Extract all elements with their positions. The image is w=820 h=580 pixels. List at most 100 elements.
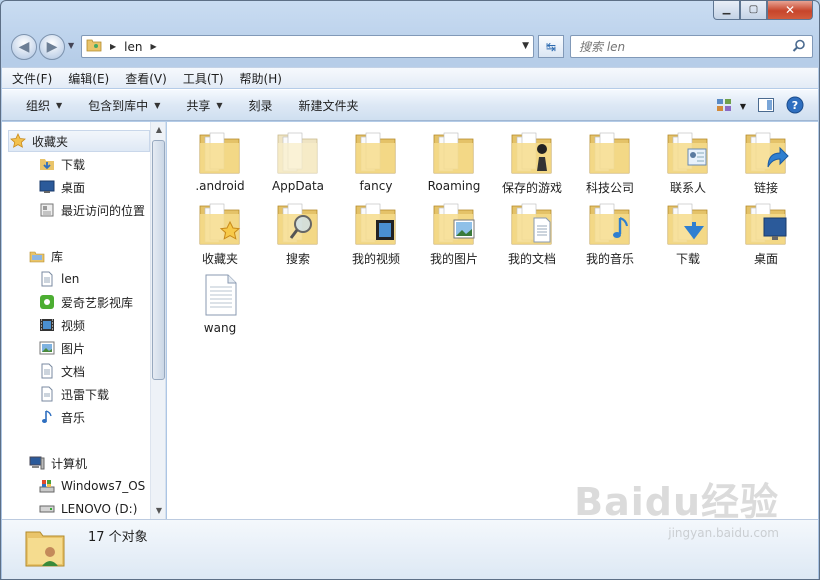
- folder-item[interactable]: 我的文档: [493, 198, 571, 268]
- item-label: 下载: [675, 252, 700, 266]
- user-folder-large-icon: [24, 524, 66, 571]
- share-button[interactable]: 共享 ▼: [186, 97, 222, 114]
- scroll-thumb[interactable]: [152, 140, 165, 380]
- nav-library-music[interactable]: 音乐: [38, 406, 85, 428]
- folder-search-icon: [270, 198, 326, 248]
- folder-item[interactable]: 收藏夹: [181, 198, 259, 268]
- nav-recent-places[interactable]: 最近访问的位置: [38, 199, 145, 221]
- view-controls: ▼ ?: [704, 96, 804, 117]
- folder-item[interactable]: Roaming: [415, 127, 493, 197]
- breadcrumb-len[interactable]: len: [124, 40, 142, 54]
- address-bar[interactable]: ▶ len ▶ ▼: [81, 35, 534, 58]
- nav-computer-label: 计算机: [51, 456, 88, 471]
- maximize-button[interactable]: ▢: [740, 1, 767, 20]
- burn-label: 刻录: [248, 98, 273, 113]
- folder-item[interactable]: 搜索: [259, 198, 337, 268]
- recent-pages-dropdown[interactable]: ▼: [68, 41, 74, 50]
- search-input[interactable]: [579, 39, 784, 54]
- close-button[interactable]: ✕: [767, 1, 813, 20]
- nav-drive-c[interactable]: Windows7_OS (: [38, 475, 154, 497]
- nav-drive-d[interactable]: LENOVO (D:): [38, 498, 137, 519]
- folder-item[interactable]: 我的图片: [415, 198, 493, 268]
- scroll-down-icon[interactable]: ▼: [151, 503, 165, 519]
- nav-library-pictures[interactable]: 图片: [38, 337, 85, 359]
- nav-drive-c-label: Windows7_OS (: [61, 479, 154, 493]
- file-item[interactable]: wang: [181, 269, 259, 339]
- view-dropdown-icon[interactable]: ▼: [740, 102, 746, 111]
- folder-docs-icon: [504, 198, 560, 248]
- folder-item[interactable]: 联系人: [649, 127, 727, 197]
- scroll-up-icon[interactable]: ▲: [151, 122, 165, 138]
- item-label: .android: [195, 179, 245, 193]
- folder-item[interactable]: 我的视频: [337, 198, 415, 268]
- help-button[interactable]: ?: [786, 96, 804, 117]
- folder-item[interactable]: 保存的游戏: [493, 127, 571, 197]
- menu-view[interactable]: 查看(V): [125, 70, 167, 87]
- command-bar: 组织 ▼ 包含到库中 ▼ 共享 ▼ 刻录 新建文件夹 ▼ ?: [2, 89, 818, 121]
- item-label: Roaming: [427, 179, 481, 193]
- address-dropdown-icon[interactable]: ▼: [522, 41, 529, 51]
- nav-downloads[interactable]: 下载: [38, 153, 85, 175]
- navigation-pane: 收藏夹 下载 桌面 最近访问的位置 库 len 爱奇艺影视库 视频 图片 文档 …: [2, 122, 166, 519]
- drive-icon: [38, 501, 56, 517]
- nav-library-thunder[interactable]: 迅雷下载: [38, 383, 109, 405]
- video-icon: [38, 317, 56, 333]
- back-button[interactable]: ◀: [11, 34, 37, 60]
- nav-libraries[interactable]: 库: [28, 245, 63, 267]
- desktop-icon: [38, 179, 56, 195]
- organize-button[interactable]: 组织 ▼: [26, 97, 62, 114]
- folder-item[interactable]: 科技公司: [571, 127, 649, 197]
- item-label: 科技公司: [585, 181, 634, 195]
- menu-help[interactable]: 帮助(H): [240, 70, 282, 87]
- folder-music-icon: [582, 198, 638, 248]
- burn-button[interactable]: 刻录: [249, 97, 273, 114]
- nav-favorites[interactable]: 收藏夹: [8, 130, 150, 152]
- minimize-button[interactable]: ▁: [713, 1, 740, 20]
- folder-item[interactable]: 链接: [727, 127, 805, 197]
- thunder-download-icon: [38, 386, 56, 402]
- menu-tools[interactable]: 工具(T): [183, 70, 224, 87]
- breadcrumb-separator-icon[interactable]: ▶: [150, 42, 156, 51]
- organize-label: 组织: [26, 98, 51, 113]
- folder-item[interactable]: .android: [181, 127, 259, 197]
- music-icon: [38, 409, 56, 425]
- preview-pane-icon: [758, 98, 774, 115]
- nav-library-len[interactable]: len: [38, 268, 79, 290]
- nav-library-thunder-label: 迅雷下载: [61, 387, 110, 402]
- folder-item[interactable]: 我的音乐: [571, 198, 649, 268]
- item-label: 我的图片: [429, 252, 478, 266]
- folder-item[interactable]: AppData: [259, 127, 337, 197]
- new-folder-button[interactable]: 新建文件夹: [299, 97, 359, 114]
- search-box[interactable]: [570, 35, 813, 58]
- nav-library-documents-label: 文档: [61, 364, 86, 379]
- refresh-button[interactable]: ↹: [538, 35, 564, 58]
- nav-library-videos[interactable]: 视频: [38, 314, 85, 336]
- nav-computer[interactable]: 计算机: [28, 452, 87, 474]
- nav-libraries-label: 库: [51, 249, 64, 264]
- details-pane: 17 个对象: [2, 519, 818, 579]
- folder-item[interactable]: 下载: [649, 198, 727, 268]
- iqiyi-icon: [38, 294, 56, 310]
- folder-download-icon: [660, 198, 716, 248]
- dropdown-arrow-icon: ▼: [154, 100, 161, 110]
- nav-desktop[interactable]: 桌面: [38, 176, 85, 198]
- menu-file[interactable]: 文件(F): [12, 70, 52, 87]
- nav-downloads-label: 下载: [61, 157, 86, 172]
- picture-icon: [38, 340, 56, 356]
- folder-plain-icon: [192, 127, 248, 177]
- item-label: 我的文档: [507, 252, 556, 266]
- preview-pane-button[interactable]: [758, 98, 774, 115]
- include-in-library-button[interactable]: 包含到库中 ▼: [88, 97, 160, 114]
- dropdown-arrow-icon: ▼: [56, 100, 63, 110]
- nav-library-pictures-label: 图片: [61, 341, 86, 356]
- folder-item[interactable]: 桌面: [727, 198, 805, 268]
- nav-scrollbar[interactable]: ▲ ▼: [150, 122, 165, 519]
- nav-library-iqiyi[interactable]: 爱奇艺影视库: [38, 291, 133, 313]
- menu-edit[interactable]: 编辑(E): [68, 70, 109, 87]
- forward-button[interactable]: ▶: [39, 34, 65, 60]
- change-view-button[interactable]: ▼: [716, 98, 746, 115]
- nav-library-documents[interactable]: 文档: [38, 360, 85, 382]
- folder-item[interactable]: fancy: [337, 127, 415, 197]
- window-controls: ▁ ▢ ✕: [713, 1, 813, 20]
- search-icon[interactable]: [792, 39, 806, 56]
